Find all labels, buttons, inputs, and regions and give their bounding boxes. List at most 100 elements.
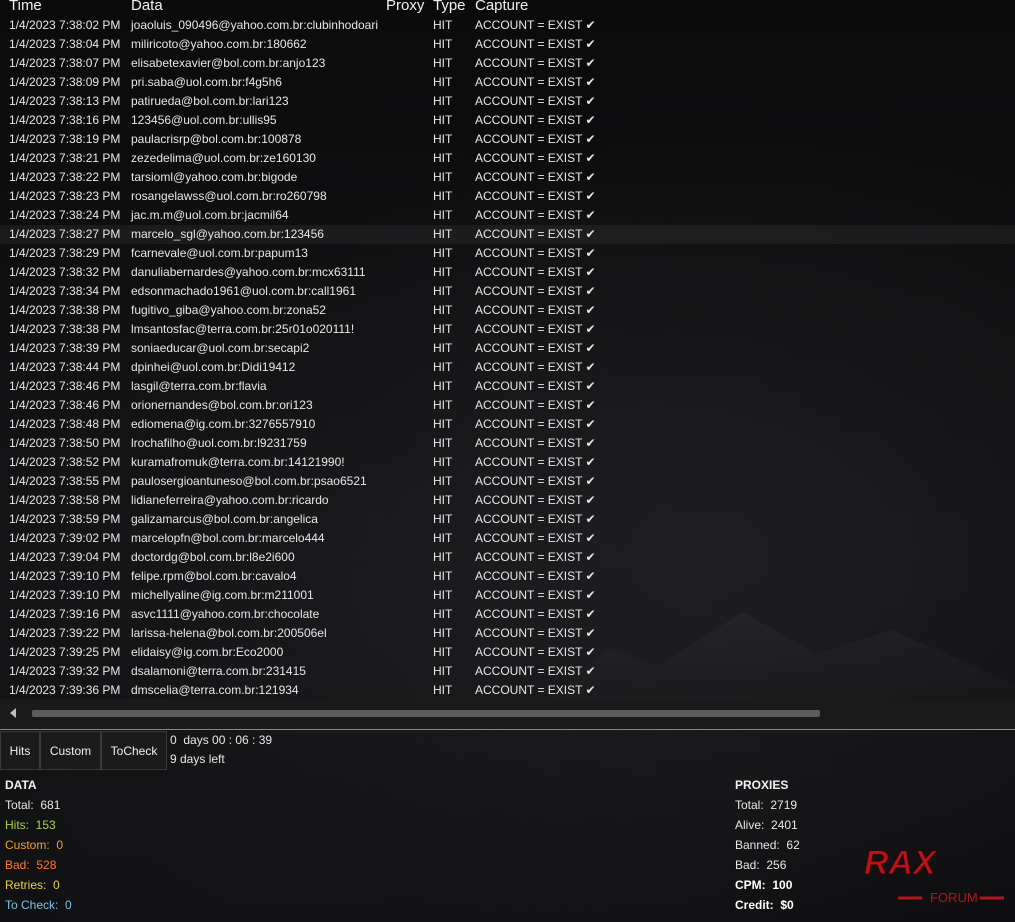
cell-data: paulacrisrp@bol.com.br:100878 — [131, 132, 302, 146]
cell-type: HIT — [433, 493, 453, 507]
cell-time: 1/4/2023 7:39:10 PM — [9, 569, 121, 583]
table-row[interactable]: 1/4/2023 7:38:50 PM lrochafilho@uol.com.b… — [0, 434, 1015, 453]
col-header-data[interactable]: Data — [131, 0, 163, 14]
checkmark-icon: ✔ — [585, 455, 596, 469]
tab-hits[interactable]: Hits — [0, 731, 40, 770]
table-row[interactable]: 1/4/2023 7:39:32 PM dsalamoni@terra.com.b… — [0, 662, 1015, 681]
checkmark-icon: ✔ — [585, 531, 596, 545]
checkmark-icon: ✔ — [585, 436, 596, 450]
cell-time: 1/4/2023 7:38:24 PM — [9, 208, 121, 222]
cell-capture: ACCOUNT = EXIST ✔ — [475, 360, 596, 374]
table-row[interactable]: 1/4/2023 7:38:24 PM jac.m.m@uol.com.br:ja… — [0, 206, 1015, 225]
table-row[interactable]: 1/4/2023 7:38:21 PM zezedelima@uol.com.br… — [0, 149, 1015, 168]
table-row[interactable]: 1/4/2023 7:38:46 PM orionernandes@bol.com… — [0, 396, 1015, 415]
table-row[interactable]: 1/4/2023 7:38:29 PM fcarnevale@uol.com.br… — [0, 244, 1015, 263]
tab-custom[interactable]: Custom — [40, 731, 101, 770]
cell-time: 1/4/2023 7:38:23 PM — [9, 189, 121, 203]
cell-time: 1/4/2023 7:39:16 PM — [9, 607, 121, 621]
cell-capture-text: ACCOUNT = EXIST — [475, 645, 583, 659]
cell-data: paulosergioantuneso@bol.com.br:psao6521 — [131, 474, 367, 488]
checkmark-icon: ✔ — [585, 550, 596, 564]
checkmark-icon: ✔ — [585, 303, 596, 317]
cell-data: larissa-helena@bol.com.br:200506el — [131, 626, 327, 640]
cell-capture-text: ACCOUNT = EXIST — [475, 265, 583, 279]
table-row[interactable]: 1/4/2023 7:38:22 PM tarsioml@yahoo.com.br… — [0, 168, 1015, 187]
table-row[interactable]: 1/4/2023 7:38:27 PM marcelo_sgl@yahoo.com… — [0, 225, 1015, 244]
table-row[interactable]: 1/4/2023 7:38:23 PM rosangelawss@uol.com.… — [0, 187, 1015, 206]
cell-capture-text: ACCOUNT = EXIST — [475, 189, 583, 203]
table-row[interactable]: 1/4/2023 7:38:19 PM paulacrisrp@bol.com.b… — [0, 130, 1015, 149]
table-row[interactable]: 1/4/2023 7:39:04 PM doctordg@bol.com.br:l… — [0, 548, 1015, 567]
cell-capture-text: ACCOUNT = EXIST — [475, 379, 583, 393]
cell-capture: ACCOUNT = EXIST ✔ — [475, 265, 596, 279]
checkmark-icon: ✔ — [585, 246, 596, 260]
cell-capture: ACCOUNT = EXIST ✔ — [475, 550, 596, 564]
horizontal-scrollbar[interactable] — [0, 699, 1015, 729]
cell-capture-text: ACCOUNT = EXIST — [475, 322, 583, 336]
table-row[interactable]: 1/4/2023 7:39:22 PM larissa-helena@bol.co… — [0, 624, 1015, 643]
cell-data: danuliabernardes@yahoo.com.br:mcx63111 — [131, 265, 366, 279]
table-row[interactable]: 1/4/2023 7:38:58 PM lidianeferreira@yahoo… — [0, 491, 1015, 510]
table-row[interactable]: 1/4/2023 7:38:44 PM dpinhei@uol.com.br:Di… — [0, 358, 1015, 377]
cell-time: 1/4/2023 7:38:44 PM — [9, 360, 121, 374]
col-header-capture[interactable]: Capture — [475, 0, 528, 14]
table-row[interactable]: 1/4/2023 7:38:55 PM paulosergioantuneso@b… — [0, 472, 1015, 491]
logo-text: RAX — [864, 844, 938, 882]
table-row[interactable]: 1/4/2023 7:38:09 PM pri.saba@uol.com.br:f… — [0, 73, 1015, 92]
cell-time: 1/4/2023 7:38:39 PM — [9, 341, 121, 355]
cell-capture-text: ACCOUNT = EXIST — [475, 151, 583, 165]
cell-capture-text: ACCOUNT = EXIST — [475, 341, 583, 355]
elapsed-timer: 0 days 00 : 06 : 39 — [170, 733, 273, 747]
cell-capture: ACCOUNT = EXIST ✔ — [475, 569, 596, 583]
table-row[interactable]: 1/4/2023 7:38:07 PM elisabetexavier@bol.c… — [0, 54, 1015, 73]
cell-capture-text: ACCOUNT = EXIST — [475, 360, 583, 374]
table-row[interactable]: 1/4/2023 7:38:02 PM joaoluis_090496@yahoo… — [0, 16, 1015, 35]
table-row[interactable]: 1/4/2023 7:38:34 PM edsonmachado1961@uol.… — [0, 282, 1015, 301]
table-row[interactable]: 1/4/2023 7:39:10 PM felipe.rpm@bol.com.br… — [0, 567, 1015, 586]
table-row[interactable]: 1/4/2023 7:38:52 PM kuramafromuk@terra.co… — [0, 453, 1015, 472]
table-row[interactable]: 1/4/2023 7:38:04 PM miliricoto@yahoo.com.… — [0, 35, 1015, 54]
table-row[interactable]: 1/4/2023 7:38:59 PM galizamarcus@bol.com.… — [0, 510, 1015, 529]
table-row[interactable]: 1/4/2023 7:38:39 PM soniaeducar@uol.com.b… — [0, 339, 1015, 358]
cell-data: dpinhei@uol.com.br:Didi19412 — [131, 360, 296, 374]
cell-capture-text: ACCOUNT = EXIST — [475, 531, 583, 545]
table-row[interactable]: 1/4/2023 7:38:38 PM fugitivo_giba@yahoo.c… — [0, 301, 1015, 320]
cell-time: 1/4/2023 7:38:52 PM — [9, 455, 121, 469]
cell-capture: ACCOUNT = EXIST ✔ — [475, 113, 596, 127]
table-row[interactable]: 1/4/2023 7:38:32 PM danuliabernardes@yaho… — [0, 263, 1015, 282]
tab-tocheck[interactable]: ToCheck — [101, 731, 167, 770]
cell-data: fcarnevale@uol.com.br:papum13 — [131, 246, 308, 260]
table-row[interactable]: 1/4/2023 7:39:16 PM asvc1111@yahoo.com.br… — [0, 605, 1015, 624]
table-row[interactable]: 1/4/2023 7:38:46 PM lasgil@terra.com.br:f… — [0, 377, 1015, 396]
data-total-value: 681 — [40, 798, 61, 812]
proxy-bad-label: Bad: — [735, 858, 760, 872]
table-row[interactable]: 1/4/2023 7:39:02 PM marcelopfn@bol.com.br… — [0, 529, 1015, 548]
table-row[interactable]: 1/4/2023 7:38:38 PM lmsantosfac@terra.com… — [0, 320, 1015, 339]
cell-capture-text: ACCOUNT = EXIST — [475, 37, 583, 51]
col-header-proxy[interactable]: Proxy — [386, 0, 424, 14]
col-header-time[interactable]: Time — [9, 0, 42, 14]
table-row[interactable]: 1/4/2023 7:39:36 PM dmscelia@terra.com.br… — [0, 681, 1015, 700]
table-row[interactable]: 1/4/2023 7:39:25 PM elidaisy@ig.com.br:Ec… — [0, 643, 1015, 662]
cell-data: tarsioml@yahoo.com.br:bigode — [131, 170, 298, 184]
cell-type: HIT — [433, 664, 453, 678]
scrollbar-thumb[interactable] — [32, 710, 820, 717]
data-tocheck-label: To Check: — [5, 898, 59, 912]
data-bad-label: Bad: — [5, 858, 30, 872]
cell-data: orionernandes@bol.com.br:ori123 — [131, 398, 313, 412]
table-row[interactable]: 1/4/2023 7:38:13 PM patirueda@bol.com.br:… — [0, 92, 1015, 111]
cell-capture-text: ACCOUNT = EXIST — [475, 455, 583, 469]
cell-time: 1/4/2023 7:38:27 PM — [9, 227, 121, 241]
results-grid[interactable]: Time Data Proxy Type Capture 1/4/2023 7:… — [0, 0, 1015, 699]
scroll-left-icon[interactable] — [10, 708, 16, 718]
checkmark-icon: ✔ — [585, 37, 596, 51]
table-row[interactable]: 1/4/2023 7:38:48 PM ediomena@ig.com.br:32… — [0, 415, 1015, 434]
col-header-type[interactable]: Type — [433, 0, 466, 14]
cell-time: 1/4/2023 7:38:38 PM — [9, 322, 121, 336]
cell-capture: ACCOUNT = EXIST ✔ — [475, 341, 596, 355]
cell-capture: ACCOUNT = EXIST ✔ — [475, 664, 596, 678]
table-row[interactable]: 1/4/2023 7:38:16 PM 123456@uol.com.br:ull… — [0, 111, 1015, 130]
proxy-bad: Bad: 256 — [735, 858, 786, 872]
cell-data: ediomena@ig.com.br:3276557910 — [131, 417, 316, 431]
table-row[interactable]: 1/4/2023 7:39:10 PM michellyaline@ig.com.… — [0, 586, 1015, 605]
